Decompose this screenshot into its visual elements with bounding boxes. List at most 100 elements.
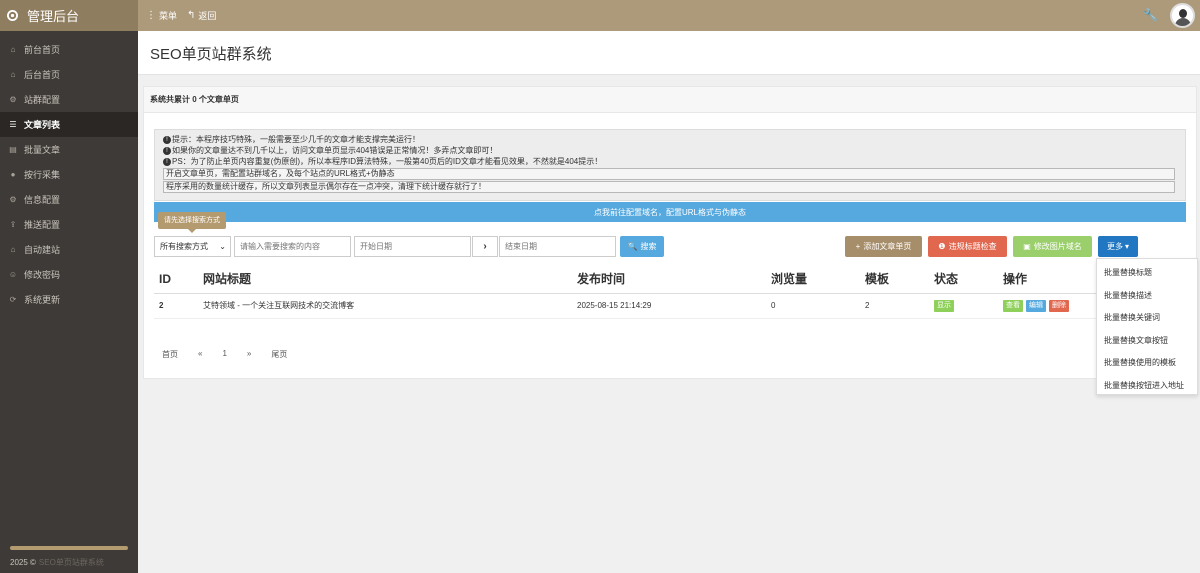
search-icon: 🔍 [627, 242, 638, 251]
pagination: 首页 « 1 » 尾页 [162, 349, 307, 360]
wrench-icon[interactable]: 🔧 [1143, 8, 1158, 22]
gear-icon: ⚙ [9, 195, 17, 204]
menu-item-replace-button-url[interactable]: 批量替换按钮进入地址 [1097, 375, 1197, 398]
page-prev[interactable]: « [198, 349, 202, 360]
add-article-button[interactable]: + 添加文章单页 [845, 236, 922, 257]
check-titles-label: 违规标题检查 [948, 242, 997, 251]
dot-icon: ● [10, 170, 16, 179]
keyword-input[interactable] [234, 236, 351, 257]
avatar-body [1175, 18, 1191, 26]
avatar-head [1179, 9, 1187, 18]
sidebar-item-change-password[interactable]: ☺ 修改密码 [0, 262, 138, 287]
more-button[interactable]: 更多 ▾ [1098, 236, 1138, 257]
warning-icon: ! [163, 135, 171, 144]
start-date-input[interactable] [354, 236, 471, 257]
menu-item-replace-template[interactable]: 批量替换使用的模板 [1097, 352, 1197, 375]
page-first[interactable]: 首页 [162, 349, 178, 360]
table-row: 2 艾特领域 - 一个关注互联网技术的交流博客 2025-08-15 21:14… [154, 293, 1099, 319]
sidebar-item-label: 信息配置 [24, 195, 61, 205]
info-icon: ❶ [938, 242, 946, 251]
sidebar-item-info-config[interactable]: ⚙ 信息配置 [0, 187, 138, 212]
footer-year: 2025 © [10, 558, 36, 567]
col-header: 状态 [929, 265, 998, 294]
menu-item-replace-title[interactable]: 批量替换标题 [1097, 262, 1197, 285]
sidebar-item-article-list[interactable]: ☰ 文章列表 [0, 112, 138, 137]
sidebar-item-frontend-home[interactable]: ⌂ 前台首页 [0, 37, 138, 62]
notice-text: 提示：本程序技巧特殊，一般需要至少几千的文章才能支撑完美运行！ [172, 135, 420, 144]
avatar[interactable] [1170, 3, 1195, 28]
plus-icon: + [855, 242, 861, 251]
search-row: 所有搜索方式 ⌄ › 🔍搜索 +添加文章单页 ❶违规标题检查 ▣修改图片域名 更… [154, 236, 1186, 257]
sidebar-item-admin-home[interactable]: ⌂ 后台首页 [0, 62, 138, 87]
more-label: 更多 [1106, 242, 1123, 251]
image-domain-button[interactable]: ▣ 修改图片域名 [1013, 236, 1092, 257]
col-header: 发布时间 [572, 265, 766, 294]
footer-faint-text: SEO单页站群系统 [38, 558, 104, 567]
home-icon: ⌂ [10, 45, 16, 54]
sidebar-item-batch-articles[interactable]: ▤ 批量文章 [0, 137, 138, 162]
back-arrow-icon: ↰ [187, 10, 196, 21]
search-button[interactable]: 🔍 搜索 [620, 236, 664, 257]
notice-line: ! 提示：本程序技巧特殊，一般需要至少几千的文章才能支撑完美运行！ [163, 134, 1177, 145]
cell-template: 2 [860, 293, 929, 319]
article-table: ID 网站标题 发布时间 浏览量 模板 状态 操作 2 艾特领域 - 一个关注互… [154, 265, 1099, 319]
search-mode-select[interactable]: 所有搜索方式 ⌄ [154, 236, 231, 257]
sidebar-item-auto-build[interactable]: ⌂ 自动建站 [0, 237, 138, 262]
notice-boxed-line: 程序采用的数量统计缓存，所以文章列表显示偶尔存在一点冲突，清理下统计缓存就行了！ [163, 181, 1175, 193]
more-dropdown-menu: 批量替换标题 批量替换描述 批量替换关键词 批量替换文章按钮 批量替换使用的模板… [1096, 258, 1198, 395]
sidebar-item-label: 文章列表 [24, 120, 61, 130]
caret-down-icon: ▾ [1124, 242, 1129, 251]
edit-button[interactable]: 编辑 [1026, 299, 1046, 312]
config-domain-link[interactable]: 点我前往配置域名，配置URL格式与伪静态 [154, 202, 1186, 222]
end-date-input[interactable] [499, 236, 616, 257]
menu-item-replace-description[interactable]: 批量替换描述 [1097, 285, 1197, 308]
col-header: ID [154, 265, 198, 294]
search-mode-value: 所有搜索方式 [160, 242, 208, 251]
cell-time: 2025-08-15 21:14:29 [572, 293, 766, 319]
sidebar-item-label: 前台首页 [24, 45, 61, 55]
search-button-label: 搜索 [640, 242, 657, 251]
menu-item-replace-article-button[interactable]: 批量替换文章按钮 [1097, 330, 1197, 353]
sidebar-item-system-update[interactable]: ⟳ 系统更新 [0, 287, 138, 312]
view-button[interactable]: 查看 [1003, 299, 1023, 312]
delete-button[interactable]: 删除 [1049, 299, 1069, 312]
bank-icon: ⌂ [10, 245, 16, 254]
check-titles-button[interactable]: ❶ 违规标题检查 [928, 236, 1007, 257]
brand[interactable]: 管理后台 [0, 0, 138, 31]
date-range-arrow[interactable]: › [472, 236, 498, 257]
sidebar-item-label: 批量文章 [24, 145, 61, 155]
sidebar-item-push-config[interactable]: ⇪ 推送配置 [0, 212, 138, 237]
user-icon: ☺ [8, 270, 18, 279]
notice-line: ! PS：为了防止单页内容重复(伪原创)，所以本程序ID算法特殊，一般第40页后的… [163, 156, 1177, 167]
status-badge[interactable]: 显示 [934, 299, 954, 312]
back-button[interactable]: ↰ 返回 [187, 9, 216, 22]
sidebar-item-label: 修改密码 [24, 270, 61, 280]
back-label: 返回 [198, 11, 217, 21]
list-icon: ☰ [9, 120, 17, 129]
menu-icon: ⋮ [146, 10, 156, 21]
menu-toggle-button[interactable]: ⋮ 菜单 [146, 9, 177, 22]
page-last[interactable]: 尾页 [271, 349, 287, 360]
page-number[interactable]: 1 [222, 349, 226, 360]
notice-line: ! 如果你的文章量达不到几千以上，访问文章单页显示404错误是正常情况！多弄点文章… [163, 145, 1177, 156]
menu-item-replace-keywords[interactable]: 批量替换关键词 [1097, 307, 1197, 330]
notice-box: ! 提示：本程序技巧特殊，一般需要至少几千的文章才能支撑完美运行！ ! 如果你的文章… [154, 129, 1186, 201]
sidebar-item-line-collect[interactable]: ● 按行采集 [0, 162, 138, 187]
cell-views: 0 [766, 293, 860, 319]
doc-icon: ▤ [9, 145, 17, 154]
cell-actions: 查看 编辑 删除 [998, 293, 1099, 319]
sidebar-item-label: 系统更新 [24, 295, 61, 305]
panel-header: 系统共累计 0 个文章单页 [144, 87, 1196, 113]
col-header: 操作 [998, 265, 1099, 294]
sidebar-item-label: 按行采集 [24, 170, 61, 180]
search-mode-tooltip: 请先选择搜索方式 [158, 212, 226, 233]
page-next[interactable]: » [247, 349, 251, 360]
brand-title: 管理后台 [27, 9, 80, 24]
image-icon: ▣ [1023, 242, 1031, 251]
home-icon: ⌂ [10, 70, 16, 79]
cell-status: 显示 [929, 293, 998, 319]
top-nav: ⋮ 菜单 ↰ 返回 [146, 0, 226, 31]
sidebar-item-label: 站群配置 [24, 95, 61, 105]
chevron-down-icon: ⌄ [219, 242, 226, 251]
sidebar-item-site-config[interactable]: ⚙ 站群配置 [0, 87, 138, 112]
